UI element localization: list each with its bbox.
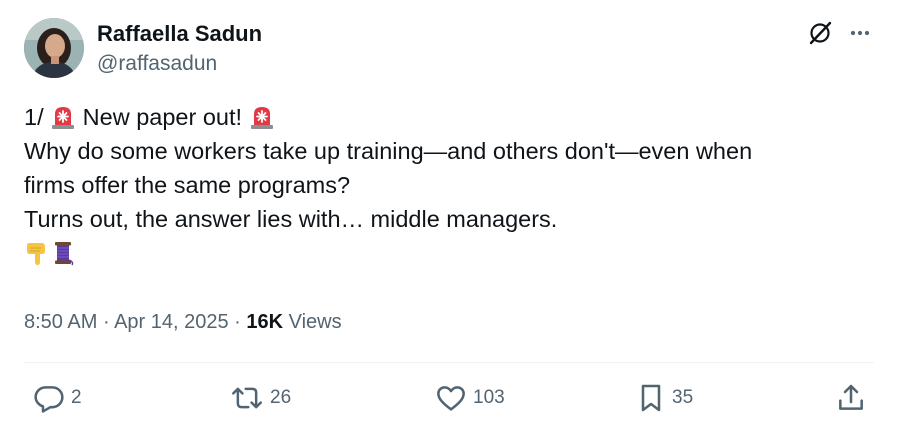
meta-separator: · [228, 311, 247, 333]
reply-button[interactable]: 2 [33, 382, 82, 414]
meta-separator: · [97, 311, 115, 333]
views-count[interactable]: 16K [246, 311, 283, 333]
tweet-line-middle: New paper out! [76, 104, 249, 130]
thread-emoji [50, 240, 76, 266]
reply-count: 2 [71, 387, 82, 408]
share-icon [839, 384, 863, 410]
tweet-line [24, 236, 874, 270]
tweet-line: 1/ New paper out! [24, 100, 874, 134]
tweet-line: Why do some workers take up training—and… [24, 138, 753, 164]
point-down-emoji [24, 240, 50, 266]
tweet-line-prefix: 1/ [24, 104, 51, 130]
more-icon[interactable] [845, 18, 875, 48]
retweet-count: 26 [270, 387, 292, 408]
siren-emoji [50, 104, 76, 130]
grok-icon[interactable] [805, 18, 835, 48]
divider [24, 362, 874, 363]
reply-icon [34, 386, 64, 413]
siren-emoji [249, 104, 275, 130]
tweet-meta: 8:50 AM · Apr 14, 2025 · 16K Views [24, 308, 342, 336]
retweet-button[interactable]: 26 [230, 382, 291, 414]
author-name[interactable]: Raffaella Sadun [97, 20, 262, 48]
like-button[interactable]: 103 [435, 382, 505, 414]
heart-icon [437, 386, 465, 411]
share-button[interactable] [836, 382, 866, 414]
like-count: 103 [473, 387, 505, 408]
bookmark-icon [641, 384, 661, 412]
tweet-date[interactable]: Apr 14, 2025 [114, 311, 229, 333]
tweet-card: Raffaella Sadun @raffasadun 1/ New paper… [0, 0, 898, 433]
bookmark-button[interactable]: 35 [636, 382, 693, 414]
views-label: Views [283, 311, 342, 333]
avatar[interactable] [24, 18, 84, 78]
author-handle[interactable]: @raffasadun [97, 50, 217, 78]
tweet-line: Turns out, the answer lies with… middle … [24, 206, 558, 232]
retweet-icon [232, 387, 262, 409]
tweet-line: firms offer the same programs? [24, 172, 351, 198]
tweet-text: 1/ New paper out! Why do some workers ta… [24, 100, 874, 270]
tweet-time[interactable]: 8:50 AM [24, 311, 97, 333]
bookmark-count: 35 [672, 387, 694, 408]
